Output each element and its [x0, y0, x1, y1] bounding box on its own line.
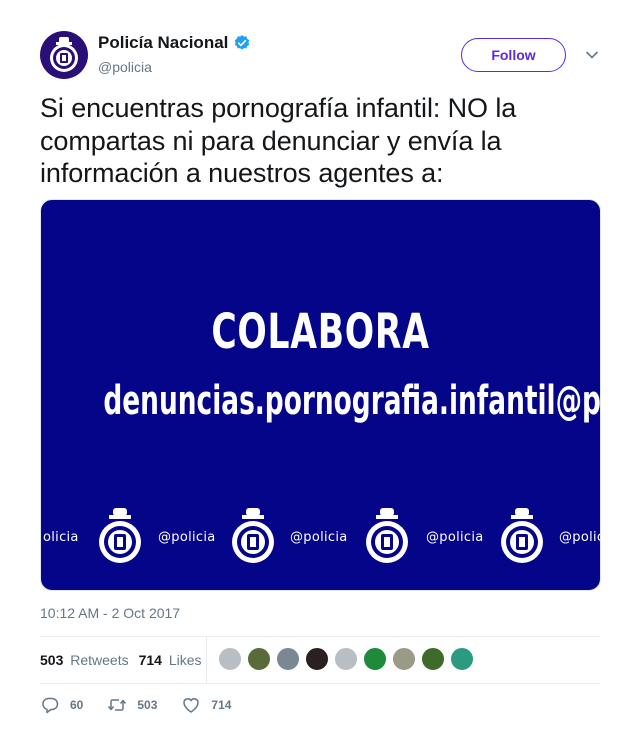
- tweet-timestamp[interactable]: 10:12 AM - 2 Oct 2017: [40, 605, 180, 621]
- police-crest-icon: [50, 37, 78, 72]
- follow-button[interactable]: Follow: [461, 38, 566, 72]
- liker-avatar[interactable]: [305, 647, 329, 671]
- author-names: Policía Nacional @policia: [98, 33, 251, 76]
- watermark-text: @policia: [158, 529, 216, 545]
- liker-avatar[interactable]: [363, 647, 387, 671]
- watermark-item: @policia: [290, 500, 348, 574]
- likes-label: Likes: [168, 652, 202, 668]
- liker-avatar[interactable]: [450, 647, 474, 671]
- verified-badge-icon: [235, 35, 250, 50]
- watermark-text: olicia: [43, 529, 79, 545]
- crest-icon: [231, 500, 275, 574]
- crest-icon: [98, 500, 142, 574]
- liker-avatar[interactable]: [334, 647, 358, 671]
- crest-icon: [500, 500, 544, 574]
- media-watermark-strip: olicia @policia @policia @policia @polic: [41, 500, 601, 574]
- divider: [40, 683, 600, 684]
- chevron-down-icon[interactable]: [585, 48, 599, 62]
- retweet-button[interactable]: 503: [107, 695, 157, 715]
- liker-avatars: [218, 647, 474, 671]
- likes-count: 714: [138, 652, 162, 668]
- heart-icon: [183, 698, 200, 713]
- liker-avatar[interactable]: [392, 647, 416, 671]
- display-name-row[interactable]: Policía Nacional: [98, 33, 251, 53]
- crest-icon: [365, 500, 409, 574]
- reply-button[interactable]: 60: [40, 695, 83, 715]
- avatar[interactable]: [40, 31, 88, 79]
- handle[interactable]: @policia: [98, 58, 251, 76]
- retweets-count: 503: [40, 652, 64, 668]
- like-button[interactable]: 714: [181, 695, 231, 715]
- retweet-icon: [108, 699, 127, 711]
- tweet-text: Si encuentras pornografía infantil: NO l…: [40, 93, 517, 188]
- watermark-text: @policia: [426, 529, 484, 545]
- tweet-media-image[interactable]: COLABORA denuncias.pornografia.infantil@…: [40, 199, 601, 591]
- liker-avatar[interactable]: [247, 647, 271, 671]
- tweet-actions: 60 503 714: [40, 694, 255, 716]
- tweet-stats: 503 Retweets 714 Likes: [40, 637, 600, 683]
- liker-avatar[interactable]: [218, 647, 242, 671]
- like-count: 714: [211, 698, 232, 712]
- stats-separator: [206, 637, 207, 683]
- tweet-header: Policía Nacional @policia Follow: [40, 31, 600, 79]
- watermark-text: @policia: [290, 529, 348, 545]
- watermark-item: @policia: [426, 500, 484, 574]
- watermark-item: @policia: [158, 500, 216, 574]
- reply-count: 60: [70, 698, 84, 712]
- watermark-item: olicia: [43, 500, 79, 574]
- likes-stat[interactable]: 714 Likes: [139, 652, 202, 668]
- display-name[interactable]: Policía Nacional: [98, 33, 228, 53]
- watermark-item: @polic: [559, 500, 601, 574]
- media-email: denuncias.pornografia.infantil@policia.e…: [103, 378, 601, 424]
- liker-avatar[interactable]: [421, 647, 445, 671]
- reply-icon: [42, 697, 59, 714]
- retweet-count: 503: [137, 698, 158, 712]
- retweets-label: Retweets: [70, 652, 129, 668]
- retweets-stat[interactable]: 503 Retweets: [40, 652, 129, 668]
- watermark-text: @polic: [559, 529, 601, 545]
- media-title: COLABORA: [211, 304, 430, 360]
- liker-avatar[interactable]: [276, 647, 300, 671]
